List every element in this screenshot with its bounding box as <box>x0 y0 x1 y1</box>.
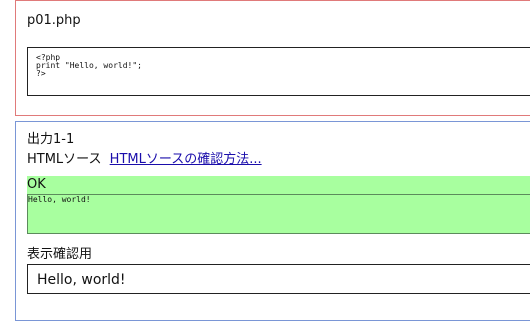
preview-box: Hello, world! <box>27 264 530 294</box>
html-source-help-link[interactable]: HTMLソースの確認方法... <box>110 152 262 167</box>
status-ok-text: OK <box>27 177 46 192</box>
output-panel: 出力1-1 HTMLソース HTMLソースの確認方法... OK Hello, … <box>15 121 530 321</box>
file-name-label: p01.php <box>27 13 81 28</box>
preview-label: 表示確認用 <box>27 247 93 262</box>
code-line-2: print "Hello, world!"; <box>36 61 142 70</box>
code-line-3: ?> <box>36 69 46 78</box>
source-file-panel: p01.php <?php print "Hello, world!"; ?> <box>15 0 530 116</box>
php-code-box: <?php print "Hello, world!"; ?> <box>27 47 530 96</box>
html-output-text: Hello, world! <box>28 195 91 204</box>
status-ok-bar: OK <box>27 176 530 194</box>
output-title: 出力1-1 <box>27 132 75 147</box>
preview-text: Hello, world! <box>37 272 126 288</box>
html-source-row: HTMLソース HTMLソースの確認方法... <box>27 152 262 168</box>
html-output-box: Hello, world! <box>27 194 530 234</box>
html-source-label: HTMLソース <box>27 152 102 167</box>
